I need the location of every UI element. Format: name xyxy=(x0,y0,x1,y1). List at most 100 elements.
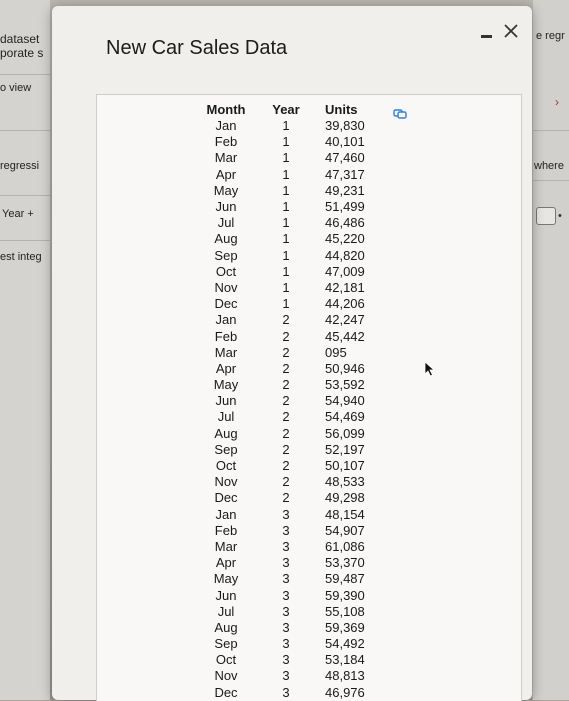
year-cell: 2 xyxy=(282,425,290,441)
table-row: Apr 1 47,317 xyxy=(197,167,385,183)
minimize-button[interactable] xyxy=(476,22,496,42)
units-cell: 44,820 xyxy=(325,247,365,263)
data-panel: Month Year Units Jan 1 39,830 Feb 1 40,101 Mar… xyxy=(96,94,522,701)
table-row: Nov 2 48,533 xyxy=(197,474,385,490)
month-cell: Nov xyxy=(214,474,238,490)
table-row: Feb 1 40,101 xyxy=(197,134,385,150)
table-row: Dec 3 46,976 xyxy=(197,685,385,701)
units-cell: 52,197 xyxy=(325,441,365,457)
year-cell: 1 xyxy=(282,215,290,231)
background-text: regressi xyxy=(0,160,40,172)
table-row: Sep 1 44,820 xyxy=(197,248,385,264)
table-row: Jul 2 54,469 xyxy=(197,409,385,425)
units-cell: 45,220 xyxy=(325,231,365,247)
background-left-panel xyxy=(0,0,50,700)
year-cell: 3 xyxy=(282,555,290,571)
month-cell: Apr xyxy=(215,555,237,571)
divider xyxy=(533,180,569,181)
year-cell: 2 xyxy=(282,328,290,344)
table-row: Jun 2 54,940 xyxy=(197,393,385,409)
year-cell: 1 xyxy=(282,199,290,215)
year-cell: 2 xyxy=(282,409,290,425)
close-button[interactable] xyxy=(501,21,521,41)
table-row: Aug 3 59,369 xyxy=(197,620,385,636)
year-cell: 2 xyxy=(282,360,290,376)
month-cell: Oct xyxy=(215,263,237,279)
year-cell: 1 xyxy=(282,182,290,198)
answer-box-icon[interactable] xyxy=(536,207,556,225)
month-cell: May xyxy=(213,571,239,587)
table-row: Apr 3 53,370 xyxy=(197,555,385,571)
month-cell: Feb xyxy=(214,134,238,150)
units-cell: 54,940 xyxy=(325,393,365,409)
year-cell: 1 xyxy=(282,279,290,295)
year-cell: 3 xyxy=(282,652,290,668)
table-row: Jan 1 39,830 xyxy=(197,118,385,134)
year-cell: 3 xyxy=(282,684,290,700)
units-cell: 59,487 xyxy=(325,571,365,587)
month-cell: Jun xyxy=(215,393,237,409)
table-row: May 2 53,592 xyxy=(197,377,385,393)
units-cell: 50,107 xyxy=(325,458,365,474)
table-row: Sep 2 52,197 xyxy=(197,442,385,458)
units-cell: 55,108 xyxy=(325,603,365,619)
chevron-icon: › xyxy=(555,95,559,109)
month-cell: Jun xyxy=(215,199,237,215)
table-row: Aug 1 45,220 xyxy=(197,231,385,247)
table-row: Jul 1 46,486 xyxy=(197,215,385,231)
year-cell: 3 xyxy=(282,506,290,522)
units-cell: 48,533 xyxy=(325,474,365,490)
year-cell: 2 xyxy=(282,344,290,360)
month-cell: Mar xyxy=(214,344,238,360)
dot-icon: • xyxy=(558,210,562,222)
units-cell: 61,086 xyxy=(325,538,365,554)
year-cell: 1 xyxy=(282,231,290,247)
table-row: Mar 3 61,086 xyxy=(197,539,385,555)
year-cell: 2 xyxy=(282,377,290,393)
year-cell: 3 xyxy=(282,636,290,652)
units-cell: 48,813 xyxy=(325,668,365,684)
year-cell: 3 xyxy=(282,603,290,619)
month-cell: Sep xyxy=(214,441,238,457)
table-row: Dec 2 49,298 xyxy=(197,490,385,506)
column-header-month: Month xyxy=(206,102,246,117)
divider xyxy=(533,130,569,131)
table-row: Jun 1 51,499 xyxy=(197,199,385,215)
table-row: Dec 1 44,206 xyxy=(197,296,385,312)
units-cell: 50,946 xyxy=(325,360,365,376)
month-cell: Jul xyxy=(217,215,235,231)
divider xyxy=(0,130,50,131)
month-cell: Aug xyxy=(214,425,238,441)
units-cell: 53,184 xyxy=(325,652,365,668)
year-cell: 1 xyxy=(282,247,290,263)
copy-icon[interactable] xyxy=(393,109,407,119)
year-cell: 2 xyxy=(282,490,290,506)
month-cell: Sep xyxy=(214,247,238,263)
month-cell: Sep xyxy=(214,636,238,652)
year-cell: 2 xyxy=(282,458,290,474)
table-row: Sep 3 54,492 xyxy=(197,636,385,652)
background-text: est integ xyxy=(0,251,42,263)
month-cell: May xyxy=(213,182,239,198)
table-row: Oct 3 53,184 xyxy=(197,652,385,668)
units-cell: 47,460 xyxy=(325,150,365,166)
column-header-units: Units xyxy=(325,102,358,117)
table-row: Feb 3 54,907 xyxy=(197,523,385,539)
dialog-title: New Car Sales Data xyxy=(106,37,288,59)
year-cell: 2 xyxy=(282,441,290,457)
year-cell: 3 xyxy=(282,538,290,554)
table-body: Jan 1 39,830 Feb 1 40,101 Mar 1 47,460 Apr 1 47,317… xyxy=(197,118,385,701)
units-cell: 45,442 xyxy=(325,328,365,344)
column-header-year: Year xyxy=(272,102,300,117)
units-cell: 56,099 xyxy=(325,425,365,441)
units-cell: 53,370 xyxy=(325,555,365,571)
table-header-row: Month Year Units xyxy=(197,101,385,118)
table-row: Aug 2 56,099 xyxy=(197,426,385,442)
year-cell: 2 xyxy=(282,393,290,409)
units-cell: 40,101 xyxy=(325,134,365,150)
divider xyxy=(0,240,50,241)
year-cell: 3 xyxy=(282,668,290,684)
units-cell: 44,206 xyxy=(325,296,365,312)
units-cell: 46,976 xyxy=(325,684,365,700)
year-cell: 3 xyxy=(282,571,290,587)
